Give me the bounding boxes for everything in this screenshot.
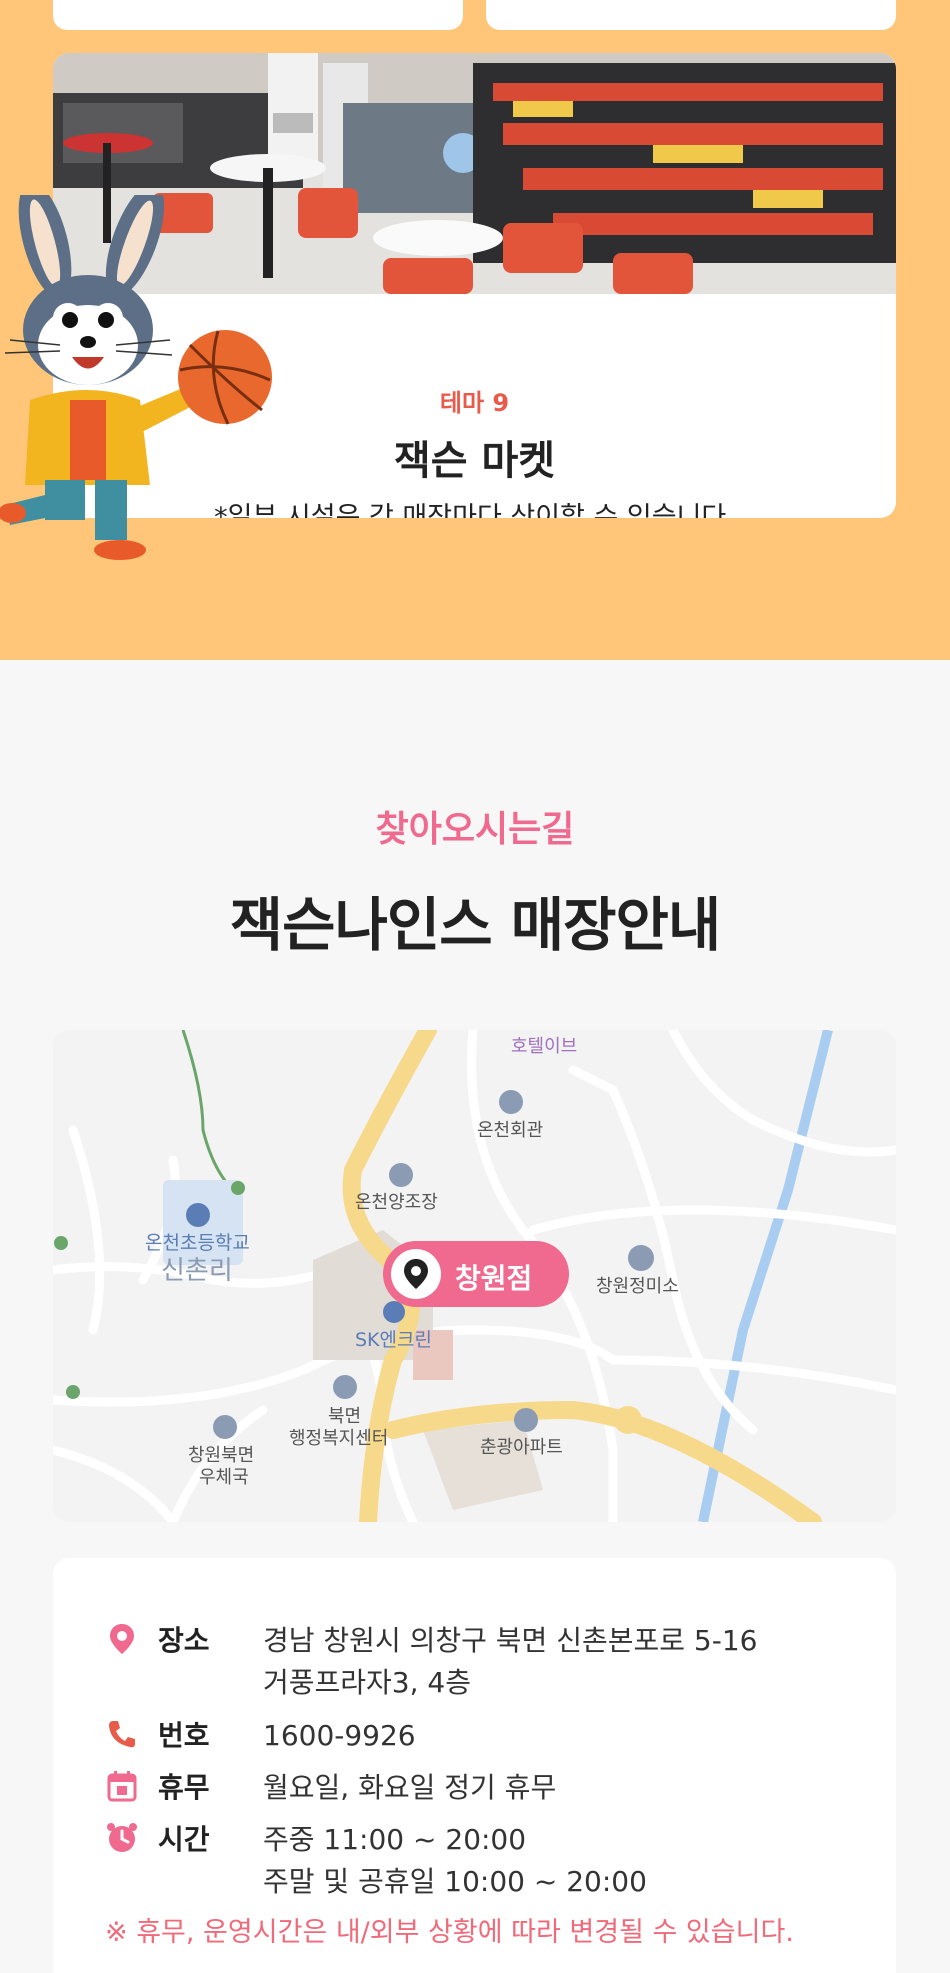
previous-theme-card-right[interactable] — [486, 0, 896, 30]
map-place-gas-station: SK엔크린 — [355, 1329, 432, 1351]
weekday-hours: 주중 11:00 ~ 20:00 — [263, 1823, 527, 1856]
map-place-apartment: 춘광아파트 — [480, 1437, 563, 1458]
map-place-village: 신촌리 — [161, 1256, 233, 1286]
map-place-post-office-2: 우체국 — [199, 1467, 249, 1488]
store-info-card: 장소 경남 창원시 의창구 북면 신촌본포로 5-16 거풍프라자3, 4층 번… — [53, 1558, 896, 1973]
previous-theme-card-left[interactable] — [53, 0, 463, 30]
map-place-mill: 창원정미소 — [596, 1276, 679, 1297]
location-line1: 경남 창원시 의창구 북면 신촌본포로 5-16 — [263, 1624, 758, 1657]
marker-label: 창원점 — [455, 1262, 533, 1295]
location-line2: 거풍프라자3, 4층 — [263, 1666, 471, 1699]
closed-days: 월요일, 화요일 정기 휴무 — [263, 1771, 557, 1804]
phone-number[interactable]: 1600-9926 — [263, 1715, 416, 1757]
weekend-hours: 주말 및 공휴일 10:00 ~ 20:00 — [263, 1865, 647, 1898]
store-info-title: 잭슨나인스 매장안내 — [229, 891, 721, 959]
map-place-onchon-hall: 온천회관 — [477, 1120, 544, 1141]
theme-section: 테마 9 잭슨 마켓 *일부 시설은 각 매장마다 상이할 수 있습니다. — [0, 0, 950, 660]
map-pin-icon — [105, 1622, 139, 1656]
phone-label: 번호 — [158, 1719, 210, 1752]
alarm-clock-icon — [105, 1821, 139, 1855]
map-place-brewery: 온천양조장 — [355, 1192, 438, 1213]
location-pin-icon — [391, 1249, 441, 1299]
store-map[interactable]: 호텔이브 온천회관 온천양조장 온천초등학교 신촌리 창원정미소 SK엔크린 북… — [53, 1030, 896, 1522]
map-place-hotel: 호텔이브 — [511, 1036, 578, 1057]
hours-label: 시간 — [158, 1823, 210, 1856]
hours-change-notice: ※ 휴무, 운영시간은 내/외부 상황에 따라 변경될 수 있습니다. — [105, 1917, 794, 1948]
phone-icon — [105, 1717, 139, 1751]
closed-label: 휴무 — [158, 1771, 210, 1804]
location-label: 장소 — [158, 1624, 210, 1657]
calendar-icon — [105, 1769, 139, 1803]
rabbit-mascot-illustration — [0, 181, 290, 595]
directions-subtitle: 찾아오시는길 — [375, 809, 575, 850]
map-place-welfare-center: 행정복지센터 — [289, 1428, 389, 1449]
store-location-marker[interactable]: 창원점 — [383, 1241, 569, 1307]
